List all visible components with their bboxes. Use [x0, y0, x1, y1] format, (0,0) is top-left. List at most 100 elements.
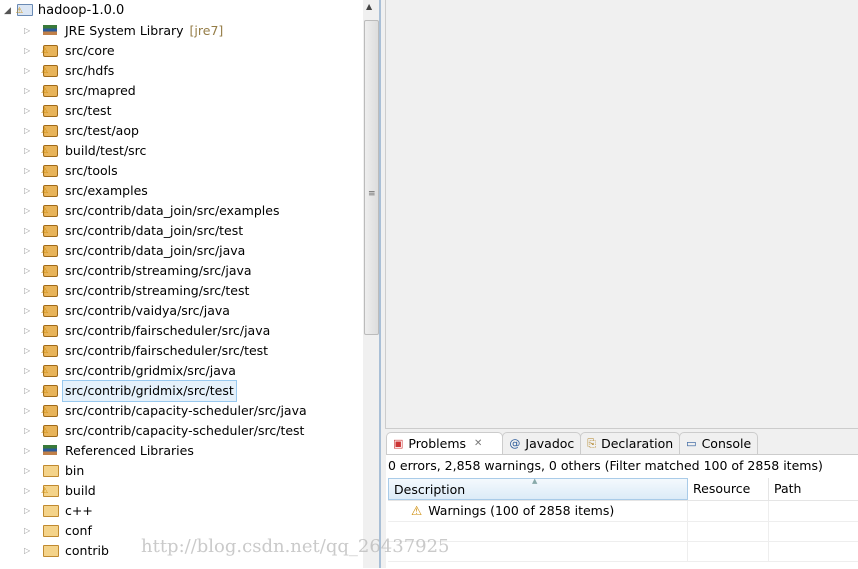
package-folder-icon: ⚠ — [41, 384, 58, 398]
tree-root-hadoop[interactable]: ◢ ⚠ hadoop-1.0.0 — [4, 1, 124, 21]
package-folder-icon: ⚠ — [41, 364, 58, 378]
collapsed-arrow-icon[interactable]: ▷ — [24, 441, 34, 461]
collapsed-arrow-icon[interactable]: ▷ — [24, 401, 34, 421]
package-folder-icon: ⚠ — [41, 244, 58, 258]
expanded-arrow-icon[interactable]: ◢ — [4, 1, 11, 21]
tree-decoration: [jre7] — [189, 23, 224, 38]
tree-item[interactable]: ▷ ⚠ build — [24, 481, 98, 501]
tab-label: Problems — [408, 436, 467, 451]
tree-item[interactable]: ▷ conf — [24, 521, 94, 541]
tree-item[interactable]: ▷ ⚠ src/mapred — [24, 81, 138, 101]
tree-item[interactable]: ▷ contrib — [24, 541, 111, 561]
problems-panel: 0 errors, 2,858 warnings, 0 others (Filt… — [386, 454, 858, 569]
tree-item[interactable]: ▷ ⚠ src/core — [24, 41, 117, 61]
collapsed-arrow-icon[interactable]: ▷ — [24, 21, 34, 41]
collapsed-arrow-icon[interactable]: ▷ — [24, 101, 34, 121]
tree-label: build/test/src — [65, 143, 147, 158]
collapsed-arrow-icon[interactable]: ▷ — [24, 81, 34, 101]
collapsed-arrow-icon[interactable]: ▷ — [24, 341, 34, 361]
tree-item[interactable]: ▷ bin — [24, 461, 86, 481]
column-path[interactable]: Path — [769, 478, 858, 500]
tree-label: src/contrib/streaming/src/test — [65, 283, 250, 298]
tab-declaration[interactable]: ⎘ Declaration — [580, 432, 681, 455]
tree-item[interactable]: ▷ ⚠ src/contrib/fairscheduler/src/java — [24, 321, 272, 341]
tree-item[interactable]: ▷ JRE System Library [jre7] — [24, 21, 223, 41]
collapsed-arrow-icon[interactable]: ▷ — [24, 161, 34, 181]
folder-icon — [42, 504, 59, 518]
view-tabs: ▣ Problems ✕ @ Javadoc ⎘ Declaration ▭ Consol… — [386, 432, 759, 455]
collapsed-arrow-icon[interactable]: ▷ — [24, 321, 34, 341]
tree-item[interactable]: ▷ ⚠ src/hdfs — [24, 61, 116, 81]
collapsed-arrow-icon[interactable]: ▷ — [24, 521, 34, 541]
scrollbar-thumb[interactable]: ≡ — [364, 20, 379, 335]
problems-summary: 0 errors, 2,858 warnings, 0 others (Filt… — [388, 458, 823, 473]
collapsed-arrow-icon[interactable]: ▷ — [24, 181, 34, 201]
tree-item[interactable]: ▷ ⚠ src/contrib/data_join/src/java — [24, 241, 247, 261]
tree-item[interactable]: ▷ ⚠ src/contrib/streaming/src/test — [24, 281, 251, 301]
collapsed-arrow-icon[interactable]: ▷ — [24, 61, 34, 81]
collapsed-arrow-icon[interactable]: ▷ — [24, 241, 34, 261]
package-folder-icon: ⚠ — [41, 424, 58, 438]
tree-item[interactable]: ▷ ⚠ src/test/aop — [24, 121, 141, 141]
tab-label: Javadoc — [525, 436, 575, 451]
tree-item[interactable]: ▷ c++ — [24, 501, 95, 521]
tree-item[interactable]: ▷ ⚠ src/contrib/gridmix/src/java — [24, 361, 238, 381]
tree-label: src/contrib/data_join/src/java — [65, 243, 246, 258]
close-icon[interactable]: ✕ — [474, 433, 482, 455]
package-folder-icon: ⚠ — [41, 164, 58, 178]
collapsed-arrow-icon[interactable]: ▷ — [24, 541, 34, 561]
tree-item[interactable]: ▷ ⚠ src/contrib/capacity-scheduler/src/tes… — [24, 421, 306, 441]
scroll-up-arrow-icon[interactable]: ▲ — [366, 2, 372, 11]
tree-item[interactable]: ▷ ⚠ src/test — [24, 101, 113, 121]
column-resource[interactable]: Resource — [688, 478, 769, 500]
collapsed-arrow-icon[interactable]: ▷ — [24, 381, 34, 401]
tree-item[interactable]: ▷ ⚠ src/contrib/gridmix/src/test — [24, 380, 237, 402]
collapsed-arrow-icon[interactable]: ▷ — [24, 121, 34, 141]
collapsed-arrow-icon[interactable]: ▷ — [24, 221, 34, 241]
tree-item[interactable]: ▷ ⚠ src/tools — [24, 161, 120, 181]
tree-label: src/test/aop — [65, 123, 139, 138]
folder-icon: ⚠ — [41, 484, 59, 498]
tree-item[interactable]: ▷ ⚠ src/contrib/data_join/src/examples — [24, 201, 281, 221]
collapsed-arrow-icon[interactable]: ▷ — [24, 461, 34, 481]
tree-item[interactable]: ▷ ⚠ src/contrib/fairscheduler/src/test — [24, 341, 270, 361]
collapsed-arrow-icon[interactable]: ▷ — [24, 501, 34, 521]
problems-icon: ▣ — [393, 437, 404, 450]
tab-label: Console — [701, 436, 752, 451]
tab-console[interactable]: ▭ Console — [679, 432, 759, 455]
tree-label: src/contrib/data_join/src/test — [65, 223, 244, 238]
tree-label: src/contrib/gridmix/src/test — [62, 380, 237, 402]
package-explorer-tree[interactable]: ◢ ⚠ hadoop-1.0.0 ▷ JRE System Library [jre… — [0, 0, 362, 568]
tab-problems[interactable]: ▣ Problems ✕ — [386, 432, 504, 455]
package-folder-icon: ⚠ — [41, 44, 58, 58]
tree-label: src/examples — [65, 183, 148, 198]
collapsed-arrow-icon[interactable]: ▷ — [24, 141, 34, 161]
tree-label: contrib — [65, 543, 109, 558]
package-folder-icon: ⚠ — [41, 184, 58, 198]
tree-label: src/contrib/streaming/src/java — [65, 263, 252, 278]
collapsed-arrow-icon[interactable]: ▷ — [24, 201, 34, 221]
tree-item[interactable]: ▷ ⚠ src/contrib/data_join/src/test — [24, 221, 245, 241]
collapsed-arrow-icon[interactable]: ▷ — [24, 41, 34, 61]
tab-javadoc[interactable]: @ Javadoc — [502, 432, 582, 455]
collapsed-arrow-icon[interactable]: ▷ — [24, 421, 34, 441]
warning-icon: ⚠ — [411, 503, 423, 518]
tree-item[interactable]: ▷ ⚠ src/contrib/capacity-scheduler/src/jav… — [24, 401, 309, 421]
tree-item[interactable]: ▷ ⚠ build/test/src — [24, 141, 148, 161]
collapsed-arrow-icon[interactable]: ▷ — [24, 281, 34, 301]
collapsed-arrow-icon[interactable]: ▷ — [24, 481, 34, 501]
tree-label: hadoop-1.0.0 — [37, 3, 125, 18]
library-icon — [42, 24, 58, 38]
table-row[interactable]: ⚠ Warnings (100 of 2858 items) — [388, 501, 858, 522]
tree-item[interactable]: ▷ ⚠ src/contrib/vaidya/src/java — [24, 301, 232, 321]
column-description[interactable]: ▲ Description — [388, 477, 688, 500]
tree-label: src/core — [65, 43, 115, 58]
tree-label: src/hdfs — [65, 63, 115, 78]
tree-scrollbar[interactable]: ▲ ≡ — [363, 0, 379, 568]
tree-item[interactable]: ▷ ⚠ src/examples — [24, 181, 150, 201]
tree-item[interactable]: ▷ ⚠ src/contrib/streaming/src/java — [24, 261, 254, 281]
collapsed-arrow-icon[interactable]: ▷ — [24, 361, 34, 381]
tree-item[interactable]: ▷ Referenced Libraries — [24, 441, 196, 461]
collapsed-arrow-icon[interactable]: ▷ — [24, 261, 34, 281]
collapsed-arrow-icon[interactable]: ▷ — [24, 301, 34, 321]
